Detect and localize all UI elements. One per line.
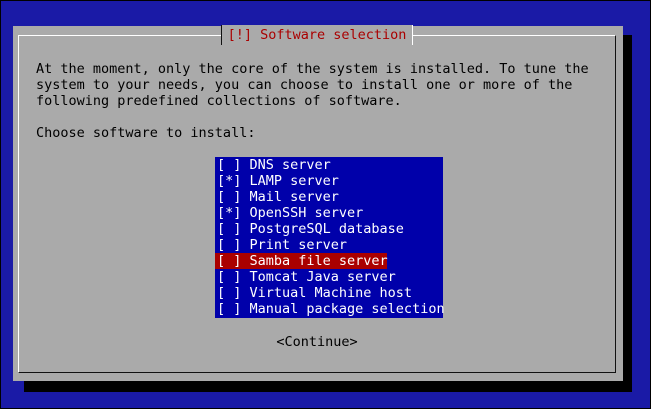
- dialog-title-bar: [!] Software selection: [19, 25, 615, 45]
- software-selection-dialog: [!] Software selection At the moment, on…: [13, 25, 623, 381]
- continue-button[interactable]: <Continue>: [19, 334, 615, 350]
- software-item-samba[interactable]: [ ] Samba file server: [215, 253, 388, 269]
- software-item-print[interactable]: [ ] Print server: [215, 237, 443, 253]
- dialog-title: [!] Software selection: [220, 25, 414, 45]
- intro-text: At the moment, only the core of the syst…: [36, 61, 589, 109]
- software-item-postgresql[interactable]: [ ] PostgreSQL database: [215, 221, 443, 237]
- software-list[interactable]: [ ] DNS server [*] LAMP server [ ] Mail …: [215, 157, 445, 318]
- software-item-mail[interactable]: [ ] Mail server: [215, 189, 443, 205]
- dialog-frame: [!] Software selection At the moment, on…: [18, 25, 616, 373]
- software-item-tomcat[interactable]: [ ] Tomcat Java server: [215, 269, 443, 285]
- software-item-openssh[interactable]: [*] OpenSSH server: [215, 205, 443, 221]
- software-item-manual[interactable]: [ ] Manual package selection: [215, 301, 445, 317]
- choose-software-label: Choose software to install:: [36, 125, 256, 141]
- software-item-virtual-machine[interactable]: [ ] Virtual Machine host: [215, 285, 443, 301]
- software-item-dns[interactable]: [ ] DNS server: [215, 157, 443, 173]
- software-item-lamp[interactable]: [*] LAMP server: [215, 173, 443, 189]
